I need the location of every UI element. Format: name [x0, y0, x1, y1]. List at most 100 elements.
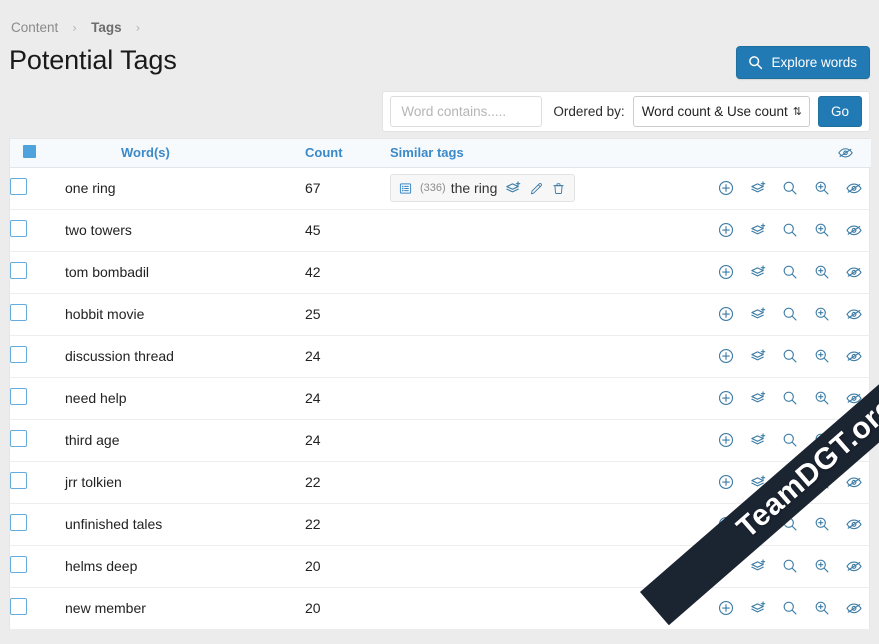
search-plus-icon[interactable] — [806, 557, 838, 575]
eye-slash-icon[interactable] — [838, 389, 870, 407]
similar-tag-chip[interactable]: (336) the ring — [390, 174, 576, 202]
merge-layers-icon[interactable] — [742, 305, 774, 323]
breadcrumb-item-content[interactable]: Content — [9, 20, 60, 36]
search-plus-icon[interactable] — [806, 305, 838, 323]
merge-layers-icon[interactable] — [742, 179, 774, 197]
order-by-select[interactable]: Word count & Use count ⇅ — [632, 96, 810, 127]
explore-words-button[interactable]: Explore words — [736, 46, 870, 79]
row-actions-cell — [710, 335, 871, 378]
plus-circle-icon[interactable] — [710, 221, 742, 239]
search-plus-icon[interactable] — [806, 179, 838, 197]
merge-layers-icon[interactable] — [742, 557, 774, 575]
row-similar-cell — [390, 209, 710, 252]
search-plus-icon[interactable] — [806, 473, 838, 491]
search-icon[interactable] — [774, 557, 806, 575]
search-icon[interactable] — [774, 347, 806, 365]
search-plus-icon[interactable] — [806, 221, 838, 239]
search-icon[interactable] — [774, 599, 806, 617]
plus-circle-icon[interactable] — [710, 179, 742, 197]
header-count[interactable]: Count — [305, 139, 390, 168]
eye-slash-icon[interactable] — [829, 144, 861, 161]
eye-slash-icon[interactable] — [838, 263, 870, 281]
row-checkbox[interactable] — [10, 598, 27, 615]
merge-layers-icon[interactable] — [742, 473, 774, 491]
table-row: third age 24 — [10, 419, 871, 462]
search-icon[interactable] — [774, 473, 806, 491]
row-checkbox[interactable] — [10, 472, 27, 489]
eye-slash-icon[interactable] — [838, 599, 870, 617]
search-plus-icon[interactable] — [806, 347, 838, 365]
row-checkbox[interactable] — [10, 430, 27, 447]
potential-tags-table: Word(s) Count Similar tags one ring 67 (… — [10, 139, 871, 630]
row-checkbox[interactable] — [10, 220, 27, 237]
plus-circle-icon[interactable] — [710, 389, 742, 407]
search-icon[interactable] — [774, 431, 806, 449]
header-words[interactable]: Word(s) — [65, 139, 305, 168]
pencil-icon[interactable] — [529, 181, 544, 196]
word-contains-input[interactable] — [390, 96, 543, 127]
merge-layers-icon[interactable] — [742, 221, 774, 239]
eye-slash-icon[interactable] — [838, 179, 870, 197]
row-actions-cell — [710, 545, 871, 588]
search-plus-icon[interactable] — [806, 263, 838, 281]
row-count-cell: 24 — [305, 335, 390, 378]
plus-circle-icon[interactable] — [710, 599, 742, 617]
search-icon[interactable] — [774, 221, 806, 239]
search-plus-icon[interactable] — [806, 599, 838, 617]
header-similar-tags[interactable]: Similar tags — [390, 139, 710, 168]
merge-layers-icon[interactable] — [742, 515, 774, 533]
row-count-cell: 45 — [305, 209, 390, 252]
plus-circle-icon[interactable] — [710, 431, 742, 449]
row-checkbox[interactable] — [10, 514, 27, 531]
row-checkbox[interactable] — [10, 304, 27, 321]
merge-layers-icon[interactable] — [742, 347, 774, 365]
row-checkbox[interactable] — [10, 556, 27, 573]
plus-circle-icon[interactable] — [710, 473, 742, 491]
list-icon[interactable] — [398, 181, 413, 196]
eye-slash-icon[interactable] — [838, 431, 870, 449]
row-actions-cell — [710, 461, 871, 504]
search-icon[interactable] — [774, 515, 806, 533]
merge-layers-icon[interactable] — [504, 179, 522, 197]
row-checkbox[interactable] — [10, 262, 27, 279]
trash-icon[interactable] — [551, 181, 566, 196]
search-icon[interactable] — [774, 179, 806, 197]
select-all-checkbox[interactable] — [23, 144, 36, 158]
explore-words-label: Explore words — [771, 55, 857, 70]
search-icon[interactable] — [774, 263, 806, 281]
eye-slash-icon[interactable] — [838, 557, 870, 575]
table-row: discussion thread 24 — [10, 335, 871, 378]
plus-circle-icon[interactable] — [710, 515, 742, 533]
table-row: one ring 67 (336) the ring — [10, 167, 871, 210]
eye-slash-icon[interactable] — [838, 473, 870, 491]
breadcrumb-separator-icon-2: › — [135, 21, 141, 35]
merge-layers-icon[interactable] — [742, 389, 774, 407]
plus-circle-icon[interactable] — [710, 347, 742, 365]
search-plus-icon[interactable] — [806, 389, 838, 407]
breadcrumb-item-tags[interactable]: Tags — [89, 20, 124, 36]
breadcrumb: Content › Tags › — [0, 0, 879, 36]
merge-layers-icon[interactable] — [742, 431, 774, 449]
row-checkbox[interactable] — [10, 178, 27, 195]
eye-slash-icon[interactable] — [838, 305, 870, 323]
search-plus-icon[interactable] — [806, 515, 838, 533]
plus-circle-icon[interactable] — [710, 305, 742, 323]
merge-layers-icon[interactable] — [742, 263, 774, 281]
eye-slash-icon[interactable] — [838, 515, 870, 533]
search-plus-icon[interactable] — [806, 431, 838, 449]
row-checkbox[interactable] — [10, 388, 27, 405]
row-select-cell — [10, 587, 65, 630]
row-checkbox[interactable] — [10, 346, 27, 363]
table-row: helms deep 20 — [10, 545, 871, 588]
plus-circle-icon[interactable] — [710, 263, 742, 281]
eye-slash-icon[interactable] — [838, 221, 870, 239]
header-select-all[interactable] — [10, 139, 65, 168]
merge-layers-icon[interactable] — [742, 599, 774, 617]
row-word-cell: hobbit movie — [65, 293, 305, 336]
eye-slash-icon[interactable] — [838, 347, 870, 365]
go-button[interactable]: Go — [817, 96, 862, 127]
header-count-label: Count — [305, 145, 343, 161]
search-icon[interactable] — [774, 305, 806, 323]
plus-circle-icon[interactable] — [710, 557, 742, 575]
search-icon[interactable] — [774, 389, 806, 407]
